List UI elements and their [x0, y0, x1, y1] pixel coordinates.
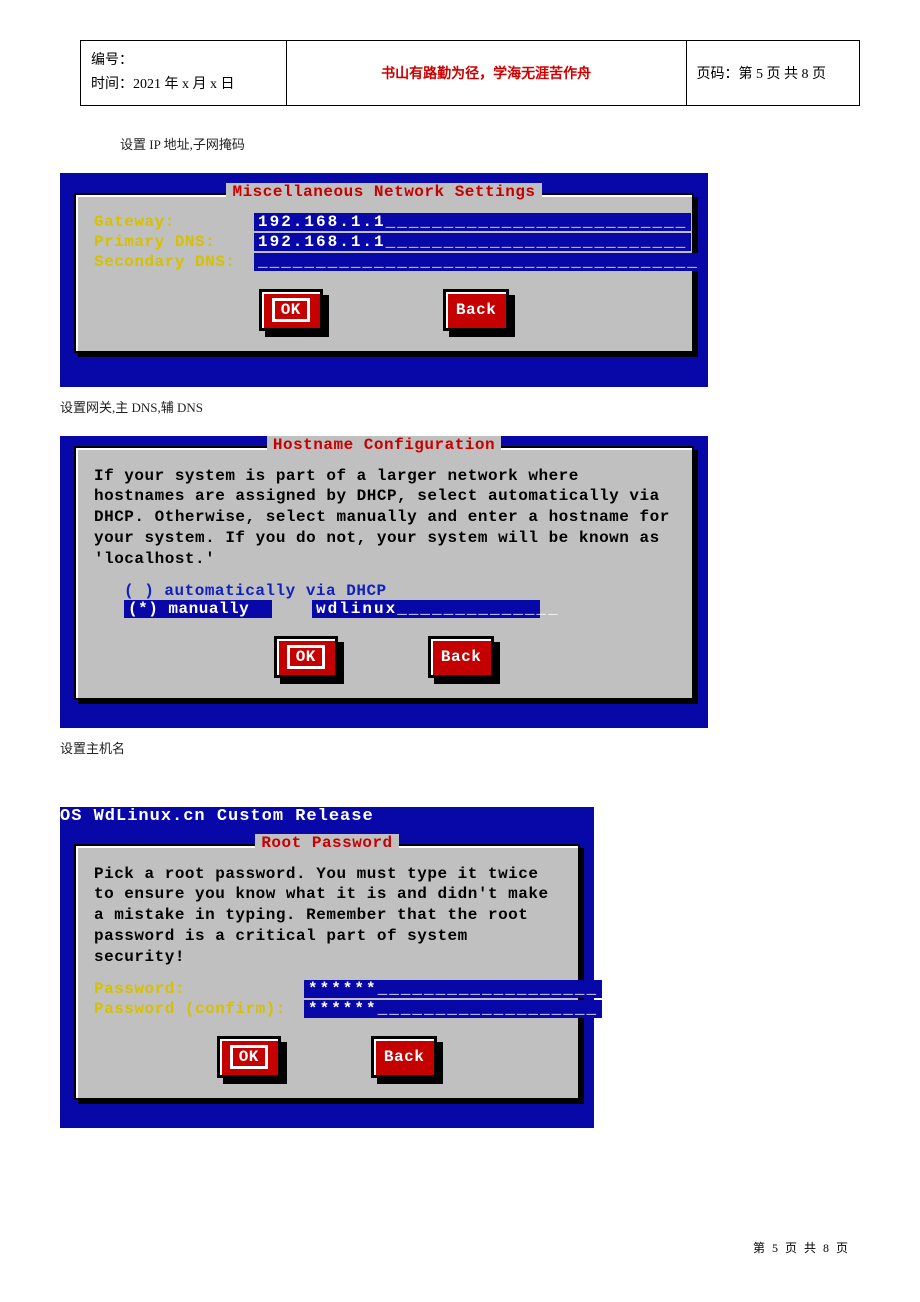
screen-network: Miscellaneous Network Settings Gateway: …	[60, 173, 708, 387]
back-label: Back	[441, 648, 481, 666]
radio-auto-dhcp[interactable]: ( ) automatically via DHCP	[124, 582, 387, 600]
page-label: 页码：	[697, 67, 739, 82]
page-footer: 第 5 页 共 8 页	[753, 1239, 850, 1256]
hostname-body: If your system is part of a larger netwo…	[94, 466, 674, 570]
caption-dns: 设置网关,主 DNS,辅 DNS	[60, 397, 860, 416]
header-table: 编号： 时间：2021 年 x 月 x 日 书山有路勤为径，学海无涯苦作舟 页码…	[80, 40, 860, 106]
caption-hostname: 设置主机名	[60, 738, 860, 757]
primary-dns-label: Primary DNS:	[94, 233, 254, 251]
ok-button[interactable]: OK	[217, 1036, 281, 1078]
radio-manual[interactable]: (*) manually	[124, 600, 272, 618]
password-input[interactable]: ******___________________	[304, 980, 602, 998]
time-label: 时间：	[91, 77, 133, 92]
page-value: 第 5 页 共 8 页	[739, 67, 827, 82]
back-button[interactable]: Back	[371, 1036, 437, 1078]
screen-rootpw: OS WdLinux.cn Custom Release Root Passwo…	[60, 807, 594, 1128]
header-page: 页码：第 5 页 共 8 页	[686, 41, 859, 106]
ok-button[interactable]: OK	[259, 289, 323, 331]
back-button[interactable]: Back	[428, 636, 494, 678]
password-label: Password:	[94, 980, 304, 998]
password-confirm-input[interactable]: ******___________________	[304, 1000, 602, 1018]
panel-title-network: Miscellaneous Network Settings	[226, 183, 541, 201]
hostname-input[interactable]: wdlinux______________	[312, 600, 540, 618]
panel-title-hostname: Hostname Configuration	[267, 436, 501, 454]
back-label: Back	[456, 301, 496, 319]
panel-rootpw: Root Password Pick a root password. You …	[74, 844, 580, 1100]
panel-network: Miscellaneous Network Settings Gateway: …	[74, 193, 694, 353]
password-confirm-label: Password (confirm):	[94, 1000, 304, 1018]
gateway-label: Gateway:	[94, 213, 254, 231]
time-value: 2021 年 x 月 x 日	[133, 77, 235, 92]
ok-label: OK	[230, 1045, 268, 1069]
header-left: 编号： 时间：2021 年 x 月 x 日	[81, 41, 287, 106]
gateway-input[interactable]: 192.168.1.1__________________________	[254, 213, 691, 231]
back-label: Back	[384, 1048, 424, 1066]
screen-hostname: Hostname Configuration If your system is…	[60, 436, 708, 728]
rootpw-body: Pick a root password. You must type it t…	[94, 864, 560, 968]
secondary-dns-label: Secondary DNS:	[94, 253, 254, 271]
panel-title-rootpw: Root Password	[255, 834, 398, 852]
ok-label: OK	[287, 645, 325, 669]
serial-label: 编号：	[91, 53, 133, 68]
header-motto: 书山有路勤为径，学海无涯苦作舟	[286, 41, 686, 106]
ok-label: OK	[272, 298, 310, 322]
panel-hostname: Hostname Configuration If your system is…	[74, 446, 694, 700]
back-button[interactable]: Back	[443, 289, 509, 331]
primary-dns-input[interactable]: 192.168.1.1__________________________	[254, 233, 691, 251]
radio-manual-label: (*) manually	[124, 600, 272, 618]
caption-ip: 设置 IP 地址,子网掩码	[120, 134, 860, 153]
ok-button[interactable]: OK	[274, 636, 338, 678]
secondary-dns-input[interactable]: ______________________________________	[254, 253, 703, 271]
